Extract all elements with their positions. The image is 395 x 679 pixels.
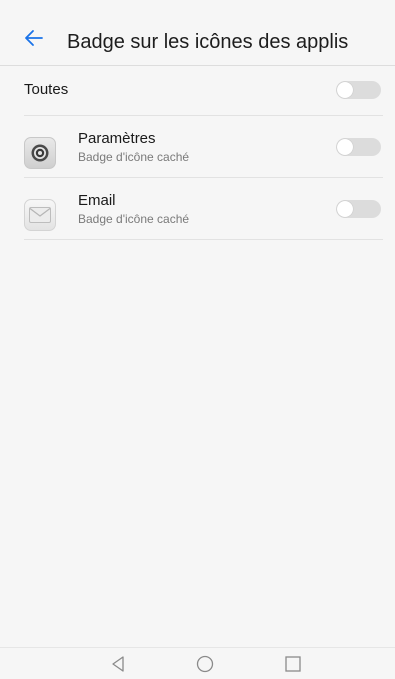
toggle-knob [337, 201, 353, 217]
screen: Badge sur les icônes des applis Toutes P… [0, 0, 395, 679]
nav-recents-icon [285, 656, 301, 672]
all-apps-toggle[interactable] [336, 81, 381, 99]
settings-icon [24, 137, 56, 169]
divider [24, 239, 383, 240]
page-title: Badge sur les icônes des applis [67, 31, 349, 53]
nav-home-button[interactable] [195, 654, 215, 674]
all-apps-row[interactable]: Toutes [0, 66, 395, 115]
back-button[interactable] [22, 26, 46, 50]
app-row-parametres[interactable]: Paramètres Badge d'icône caché [0, 117, 395, 177]
nav-back-icon [112, 656, 124, 672]
app-name: Paramètres [78, 130, 156, 147]
email-icon [24, 199, 56, 231]
arrow-left-icon [25, 30, 43, 46]
all-apps-label: Toutes [24, 81, 69, 98]
system-navigation-bar [0, 647, 395, 679]
app-badge-status: Badge d'icône caché [78, 150, 190, 164]
nav-recents-button[interactable] [283, 654, 303, 674]
app-row-email[interactable]: Email Badge d'icône caché [0, 179, 395, 239]
divider [24, 115, 383, 116]
app-badge-toggle[interactable] [336, 138, 381, 156]
nav-home-icon [196, 655, 214, 673]
app-badge-status: Badge d'icône caché [78, 212, 190, 226]
app-name: Email [78, 192, 116, 209]
app-bar: Badge sur les icônes des applis [0, 0, 395, 66]
toggle-knob [337, 82, 353, 98]
app-badge-toggle[interactable] [336, 200, 381, 218]
divider [24, 177, 383, 178]
toggle-knob [337, 139, 353, 155]
nav-back-button[interactable] [108, 654, 128, 674]
